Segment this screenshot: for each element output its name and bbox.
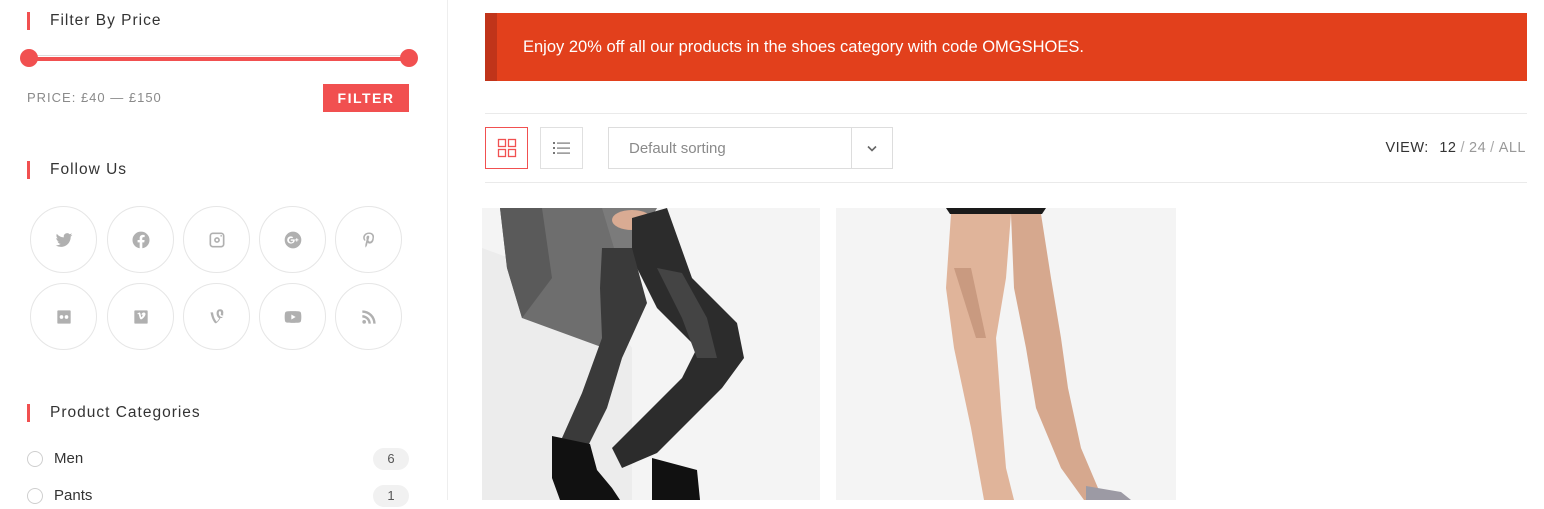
toolbar-divider-bottom xyxy=(485,182,1527,183)
follow-us-title: Follow Us xyxy=(27,161,127,179)
product-categories-title: Product Categories xyxy=(27,404,201,422)
filter-by-price-title: Filter By Price xyxy=(27,12,161,30)
rss-button[interactable] xyxy=(335,283,402,350)
chevron-down-icon xyxy=(867,145,877,152)
category-radio[interactable] xyxy=(27,451,43,467)
google-plus-button[interactable] xyxy=(259,206,326,273)
vimeo-icon xyxy=(133,309,148,324)
view-option-all[interactable]: ALL xyxy=(1499,140,1526,156)
category-item-men[interactable]: Men 6 xyxy=(27,448,409,472)
grid-icon xyxy=(497,138,516,158)
category-count-badge: 1 xyxy=(373,485,409,507)
product-image-jeans-boots[interactable] xyxy=(482,208,820,500)
twitter-button[interactable] xyxy=(30,206,97,273)
product-card-1[interactable] xyxy=(482,208,820,500)
products-per-page: VIEW: 12/24/ALL xyxy=(1385,140,1526,156)
category-label[interactable]: Pants xyxy=(54,487,92,504)
youtube-button[interactable] xyxy=(259,283,326,350)
category-radio[interactable] xyxy=(27,488,43,504)
pinterest-button[interactable] xyxy=(335,206,402,273)
facebook-button[interactable] xyxy=(107,206,174,273)
slider-range-fill xyxy=(29,57,409,61)
pinterest-icon xyxy=(362,232,374,247)
view-option-24[interactable]: 24 xyxy=(1469,140,1486,156)
vine-icon xyxy=(210,308,224,323)
sorting-select[interactable]: Default sorting xyxy=(608,127,893,169)
sorting-value: Default sorting xyxy=(629,140,726,157)
slider-handle-min[interactable] xyxy=(20,49,38,67)
filter-button[interactable]: FILTER xyxy=(323,84,409,112)
facebook-icon xyxy=(131,231,150,248)
vimeo-button[interactable] xyxy=(107,283,174,350)
product-image-legs-heels[interactable] xyxy=(836,208,1176,500)
shop-sidebar: Filter By Price PRICE: £40 — £150 FILTER… xyxy=(0,0,448,507)
list-view-button[interactable] xyxy=(540,127,583,169)
view-option-current: 12 xyxy=(1439,140,1457,156)
flickr-button[interactable] xyxy=(30,283,97,350)
youtube-icon xyxy=(284,310,301,323)
category-count-badge: 6 xyxy=(373,448,409,470)
price-range-slider[interactable] xyxy=(20,49,418,67)
flickr-icon xyxy=(56,309,71,324)
instagram-icon xyxy=(209,232,224,247)
product-card-2[interactable] xyxy=(836,208,1176,500)
category-item-pants[interactable]: Pants 1 xyxy=(27,485,409,509)
toolbar-divider-top xyxy=(485,113,1527,114)
vine-button[interactable] xyxy=(183,283,250,350)
price-range-label: PRICE: £40 — £150 xyxy=(27,90,162,105)
list-icon xyxy=(552,142,570,154)
category-label[interactable]: Men xyxy=(54,450,83,467)
slider-handle-max[interactable] xyxy=(400,49,418,67)
grid-view-button[interactable] xyxy=(485,127,528,169)
google-plus-icon xyxy=(284,231,301,248)
rss-icon xyxy=(361,309,376,324)
twitter-icon xyxy=(55,232,72,247)
promo-text: Enjoy 20% off all our products in the sh… xyxy=(523,37,1084,56)
instagram-button[interactable] xyxy=(183,206,250,273)
view-label: VIEW: xyxy=(1385,140,1429,156)
sorting-dropdown-toggle[interactable] xyxy=(851,128,892,168)
promo-banner: Enjoy 20% off all our products in the sh… xyxy=(485,13,1527,81)
